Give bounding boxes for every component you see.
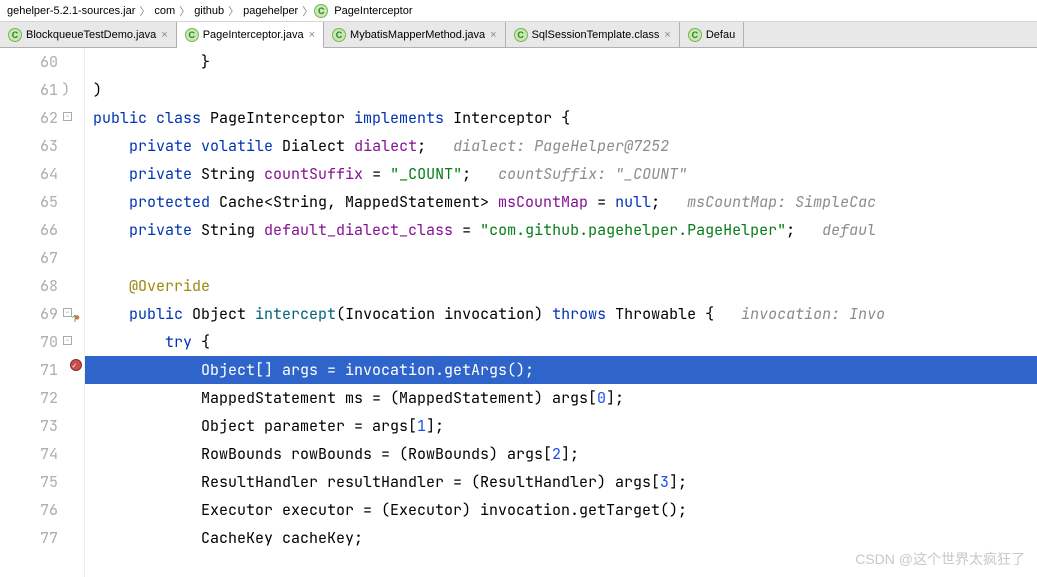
line-number[interactable]: 71 <box>0 356 84 384</box>
line-number[interactable]: 75 <box>0 468 84 496</box>
close-icon[interactable]: × <box>309 29 315 41</box>
line-number[interactable]: 69− <box>0 300 84 328</box>
line-number[interactable]: 63 <box>0 132 84 160</box>
code-line[interactable]: MappedStatement ms = (MappedStatement) a… <box>85 384 1037 412</box>
class-icon: C <box>185 28 199 42</box>
editor-tabs: C BlockqueueTestDemo.java × C PageIntercepto… <box>0 22 1037 48</box>
code-line[interactable]: ) <box>85 76 1037 104</box>
code-line[interactable]: public class PageInterceptor implements … <box>85 104 1037 132</box>
line-number[interactable]: 61) <box>0 76 84 104</box>
code-line[interactable]: RowBounds rowBounds = (RowBounds) args[2… <box>85 440 1037 468</box>
class-icon: C <box>314 4 328 18</box>
line-number[interactable]: 60 <box>0 48 84 76</box>
code-line[interactable]: private String default_dialect_class = "… <box>85 216 1037 244</box>
fold-icon[interactable]: − <box>63 336 72 345</box>
code-line[interactable]: @Override <box>85 272 1037 300</box>
fold-icon[interactable]: − <box>63 308 72 317</box>
tab-label: MybatisMapperMethod.java <box>350 29 485 41</box>
line-number[interactable]: 66 <box>0 216 84 244</box>
breadcrumb-item[interactable]: com <box>151 5 178 17</box>
chevron-right-icon: 〉 <box>178 3 191 19</box>
code-line[interactable]: } <box>85 48 1037 76</box>
line-number[interactable]: 62− <box>0 104 84 132</box>
code-line[interactable]: CacheKey cacheKey; <box>85 524 1037 552</box>
line-number[interactable]: 74 <box>0 440 84 468</box>
tab-label: Defau <box>706 29 735 41</box>
breadcrumb: gehelper-5.2.1-sources.jar〉 com〉 github〉… <box>0 0 1037 22</box>
code-line[interactable]: private volatile Dialect dialect; dialec… <box>85 132 1037 160</box>
code-line[interactable]: protected Cache<String, MappedStatement>… <box>85 188 1037 216</box>
code-line[interactable]: private String countSuffix = "_COUNT"; c… <box>85 160 1037 188</box>
chevron-right-icon: 〉 <box>138 3 151 19</box>
class-icon: C <box>8 28 22 42</box>
class-icon: C <box>332 28 346 42</box>
tab-label: SqlSessionTemplate.class <box>532 29 660 41</box>
code-line[interactable]: ResultHandler resultHandler = (ResultHan… <box>85 468 1037 496</box>
code-area[interactable]: })public class PageInterceptor implement… <box>85 48 1037 577</box>
line-number[interactable]: 65 <box>0 188 84 216</box>
editor-tab[interactable]: C BlockqueueTestDemo.java × <box>0 22 177 47</box>
class-icon: C <box>688 28 702 42</box>
tab-label: PageInterceptor.java <box>203 29 304 41</box>
class-icon: C <box>514 28 528 42</box>
breadcrumb-item[interactable]: pagehelper <box>240 5 301 17</box>
code-line[interactable]: try { <box>85 328 1037 356</box>
code-editor[interactable]: 6061)62−63646566676869−70−71727374757677… <box>0 48 1037 577</box>
chevron-right-icon: 〉 <box>227 3 240 19</box>
close-icon[interactable]: × <box>664 29 670 41</box>
code-line[interactable]: Executor executor = (Executor) invocatio… <box>85 496 1037 524</box>
editor-tab[interactable]: C MybatisMapperMethod.java × <box>324 22 506 47</box>
code-line[interactable]: Object[] args = invocation.getArgs(); <box>85 356 1037 384</box>
close-icon[interactable]: × <box>490 29 496 41</box>
code-line[interactable]: Object parameter = args[1]; <box>85 412 1037 440</box>
override-icon[interactable] <box>72 303 82 313</box>
editor-tab[interactable]: C SqlSessionTemplate.class × <box>506 22 680 47</box>
line-number[interactable]: 64 <box>0 160 84 188</box>
breadcrumb-item[interactable]: PageInterceptor <box>331 5 415 17</box>
code-line[interactable]: public Object intercept(Invocation invoc… <box>85 300 1037 328</box>
gutter[interactable]: 6061)62−63646566676869−70−71727374757677 <box>0 48 85 577</box>
tab-label: BlockqueueTestDemo.java <box>26 29 156 41</box>
breakpoint-icon[interactable] <box>70 359 82 371</box>
line-number[interactable]: 73 <box>0 412 84 440</box>
code-line[interactable] <box>85 244 1037 272</box>
chevron-right-icon: 〉 <box>301 3 314 19</box>
line-number[interactable]: 77 <box>0 524 84 552</box>
line-number[interactable]: 68 <box>0 272 84 300</box>
line-number[interactable]: 72 <box>0 384 84 412</box>
breadcrumb-item[interactable]: github <box>191 5 227 17</box>
editor-tab[interactable]: C Defau <box>680 22 744 47</box>
fold-icon[interactable]: − <box>63 112 72 121</box>
editor-tab[interactable]: C PageInterceptor.java × <box>177 22 324 48</box>
close-icon[interactable]: × <box>161 29 167 41</box>
breadcrumb-item[interactable]: gehelper-5.2.1-sources.jar <box>4 5 138 17</box>
line-number[interactable]: 76 <box>0 496 84 524</box>
line-number[interactable]: 67 <box>0 244 84 272</box>
fold-close-icon: ) <box>62 76 70 104</box>
